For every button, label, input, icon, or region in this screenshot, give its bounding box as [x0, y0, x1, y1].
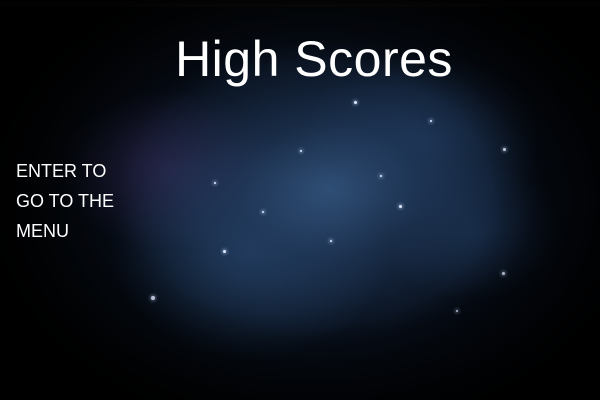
screen-title: High Scores [175, 31, 453, 87]
star [380, 175, 382, 177]
star [262, 211, 264, 213]
menu-hint-line: MENU [16, 221, 69, 241]
star [430, 120, 432, 122]
star [502, 272, 505, 275]
high-scores-screen: High Scores ENTER TO GO TO THE MENU [0, 0, 600, 400]
star [214, 182, 216, 184]
star [223, 250, 226, 253]
star [354, 101, 357, 104]
menu-hint-line: GO TO THE [16, 191, 115, 211]
star [456, 310, 458, 312]
menu-hint: ENTER TO GO TO THE MENU [16, 156, 114, 246]
star [300, 150, 302, 152]
star [151, 296, 155, 300]
star [399, 205, 402, 208]
top-border [0, 0, 600, 7]
star [503, 148, 506, 151]
menu-hint-line: ENTER TO [16, 161, 107, 181]
star [330, 240, 332, 242]
